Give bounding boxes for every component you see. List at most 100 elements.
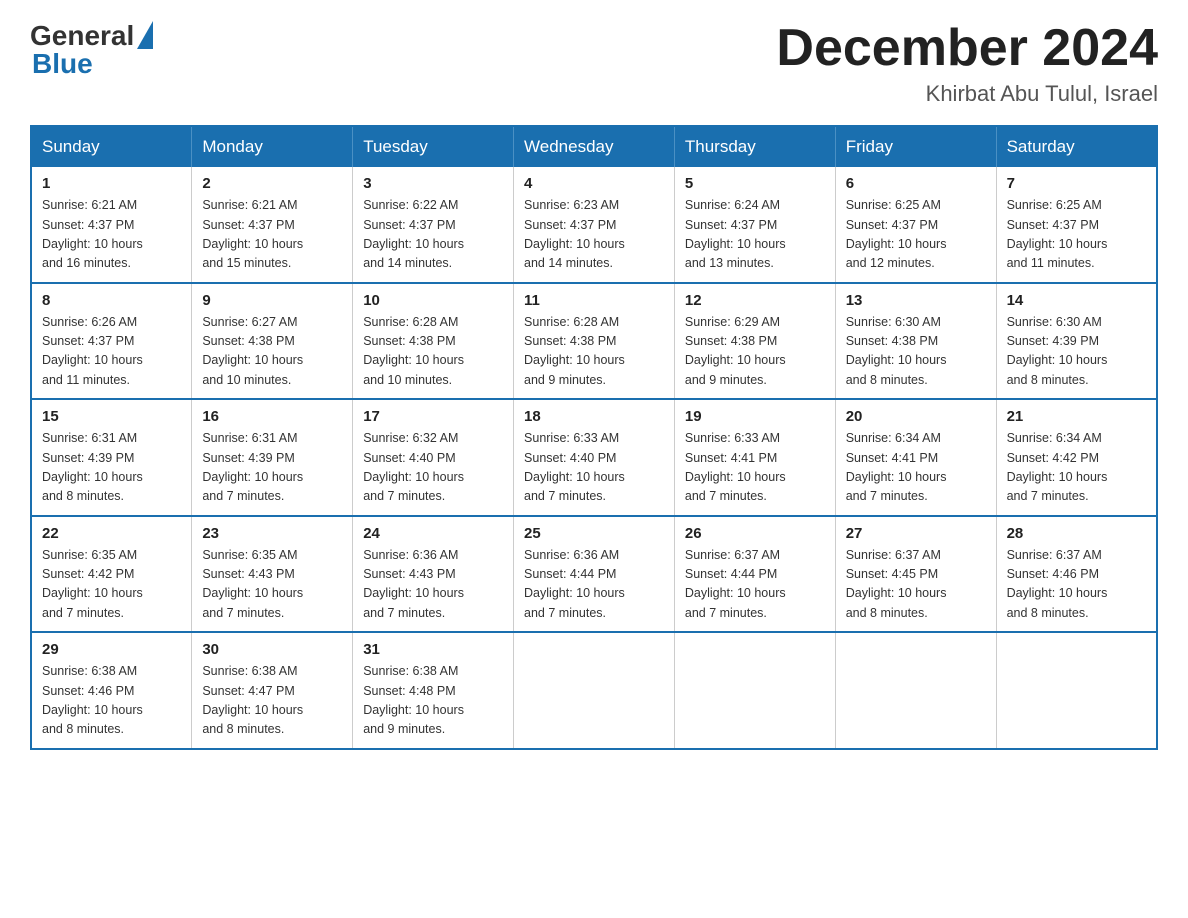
logo-triangle-icon [137,21,153,49]
day-number: 4 [524,175,664,192]
calendar-cell [674,632,835,749]
day-number: 19 [685,408,825,425]
day-info: Sunrise: 6:37 AM Sunset: 4:44 PM Dayligh… [685,546,825,624]
day-info: Sunrise: 6:36 AM Sunset: 4:43 PM Dayligh… [363,546,503,624]
calendar-cell: 25 Sunrise: 6:36 AM Sunset: 4:44 PM Dayl… [514,516,675,633]
day-number: 3 [363,175,503,192]
calendar-cell: 5 Sunrise: 6:24 AM Sunset: 4:37 PM Dayli… [674,167,835,283]
day-number: 7 [1007,175,1146,192]
calendar-header-wednesday: Wednesday [514,126,675,167]
calendar-header-thursday: Thursday [674,126,835,167]
calendar-cell: 13 Sunrise: 6:30 AM Sunset: 4:38 PM Dayl… [835,283,996,400]
calendar-header-monday: Monday [192,126,353,167]
day-info: Sunrise: 6:35 AM Sunset: 4:42 PM Dayligh… [42,546,181,624]
day-info: Sunrise: 6:38 AM Sunset: 4:48 PM Dayligh… [363,662,503,740]
calendar-cell: 31 Sunrise: 6:38 AM Sunset: 4:48 PM Dayl… [353,632,514,749]
title-block: December 2024 Khirbat Abu Tulul, Israel [776,20,1158,107]
calendar-week-row: 22 Sunrise: 6:35 AM Sunset: 4:42 PM Dayl… [31,516,1157,633]
calendar-cell: 8 Sunrise: 6:26 AM Sunset: 4:37 PM Dayli… [31,283,192,400]
calendar-cell: 26 Sunrise: 6:37 AM Sunset: 4:44 PM Dayl… [674,516,835,633]
day-number: 20 [846,408,986,425]
calendar-cell: 19 Sunrise: 6:33 AM Sunset: 4:41 PM Dayl… [674,399,835,516]
calendar-cell: 6 Sunrise: 6:25 AM Sunset: 4:37 PM Dayli… [835,167,996,283]
day-info: Sunrise: 6:35 AM Sunset: 4:43 PM Dayligh… [202,546,342,624]
calendar-cell: 11 Sunrise: 6:28 AM Sunset: 4:38 PM Dayl… [514,283,675,400]
page-header: General Blue December 2024 Khirbat Abu T… [30,20,1158,107]
day-number: 16 [202,408,342,425]
day-info: Sunrise: 6:30 AM Sunset: 4:38 PM Dayligh… [846,313,986,391]
day-number: 30 [202,641,342,658]
calendar-header-row: SundayMondayTuesdayWednesdayThursdayFrid… [31,126,1157,167]
calendar-header-saturday: Saturday [996,126,1157,167]
calendar-cell [514,632,675,749]
day-info: Sunrise: 6:33 AM Sunset: 4:40 PM Dayligh… [524,429,664,507]
day-info: Sunrise: 6:31 AM Sunset: 4:39 PM Dayligh… [202,429,342,507]
calendar-week-row: 8 Sunrise: 6:26 AM Sunset: 4:37 PM Dayli… [31,283,1157,400]
day-number: 8 [42,292,181,309]
calendar-cell [835,632,996,749]
day-number: 13 [846,292,986,309]
calendar-cell: 23 Sunrise: 6:35 AM Sunset: 4:43 PM Dayl… [192,516,353,633]
day-info: Sunrise: 6:27 AM Sunset: 4:38 PM Dayligh… [202,313,342,391]
day-info: Sunrise: 6:21 AM Sunset: 4:37 PM Dayligh… [202,196,342,274]
day-number: 15 [42,408,181,425]
day-info: Sunrise: 6:30 AM Sunset: 4:39 PM Dayligh… [1007,313,1146,391]
calendar-cell: 16 Sunrise: 6:31 AM Sunset: 4:39 PM Dayl… [192,399,353,516]
day-number: 11 [524,292,664,309]
calendar-week-row: 15 Sunrise: 6:31 AM Sunset: 4:39 PM Dayl… [31,399,1157,516]
calendar-cell: 10 Sunrise: 6:28 AM Sunset: 4:38 PM Dayl… [353,283,514,400]
calendar-header-tuesday: Tuesday [353,126,514,167]
day-info: Sunrise: 6:34 AM Sunset: 4:42 PM Dayligh… [1007,429,1146,507]
day-number: 26 [685,525,825,542]
month-title: December 2024 [776,20,1158,77]
day-number: 6 [846,175,986,192]
calendar-cell: 24 Sunrise: 6:36 AM Sunset: 4:43 PM Dayl… [353,516,514,633]
calendar-cell: 27 Sunrise: 6:37 AM Sunset: 4:45 PM Dayl… [835,516,996,633]
calendar-cell: 15 Sunrise: 6:31 AM Sunset: 4:39 PM Dayl… [31,399,192,516]
calendar-cell: 30 Sunrise: 6:38 AM Sunset: 4:47 PM Dayl… [192,632,353,749]
day-number: 10 [363,292,503,309]
day-info: Sunrise: 6:37 AM Sunset: 4:46 PM Dayligh… [1007,546,1146,624]
calendar-cell: 4 Sunrise: 6:23 AM Sunset: 4:37 PM Dayli… [514,167,675,283]
day-number: 25 [524,525,664,542]
calendar-cell: 1 Sunrise: 6:21 AM Sunset: 4:37 PM Dayli… [31,167,192,283]
day-number: 9 [202,292,342,309]
day-number: 29 [42,641,181,658]
calendar-cell: 18 Sunrise: 6:33 AM Sunset: 4:40 PM Dayl… [514,399,675,516]
calendar-cell: 29 Sunrise: 6:38 AM Sunset: 4:46 PM Dayl… [31,632,192,749]
day-info: Sunrise: 6:34 AM Sunset: 4:41 PM Dayligh… [846,429,986,507]
day-info: Sunrise: 6:23 AM Sunset: 4:37 PM Dayligh… [524,196,664,274]
calendar-cell: 17 Sunrise: 6:32 AM Sunset: 4:40 PM Dayl… [353,399,514,516]
location-subtitle: Khirbat Abu Tulul, Israel [776,81,1158,107]
day-number: 1 [42,175,181,192]
calendar-cell [996,632,1157,749]
day-number: 28 [1007,525,1146,542]
calendar-cell: 12 Sunrise: 6:29 AM Sunset: 4:38 PM Dayl… [674,283,835,400]
calendar-header-sunday: Sunday [31,126,192,167]
day-info: Sunrise: 6:29 AM Sunset: 4:38 PM Dayligh… [685,313,825,391]
day-number: 27 [846,525,986,542]
day-info: Sunrise: 6:22 AM Sunset: 4:37 PM Dayligh… [363,196,503,274]
day-number: 31 [363,641,503,658]
day-number: 2 [202,175,342,192]
day-number: 17 [363,408,503,425]
day-number: 12 [685,292,825,309]
day-number: 22 [42,525,181,542]
calendar-cell: 22 Sunrise: 6:35 AM Sunset: 4:42 PM Dayl… [31,516,192,633]
day-number: 18 [524,408,664,425]
calendar-cell: 2 Sunrise: 6:21 AM Sunset: 4:37 PM Dayli… [192,167,353,283]
logo: General Blue [30,20,153,80]
calendar-cell: 20 Sunrise: 6:34 AM Sunset: 4:41 PM Dayl… [835,399,996,516]
day-info: Sunrise: 6:28 AM Sunset: 4:38 PM Dayligh… [363,313,503,391]
calendar-cell: 21 Sunrise: 6:34 AM Sunset: 4:42 PM Dayl… [996,399,1157,516]
calendar-week-row: 1 Sunrise: 6:21 AM Sunset: 4:37 PM Dayli… [31,167,1157,283]
logo-blue-text: Blue [32,48,93,80]
calendar-week-row: 29 Sunrise: 6:38 AM Sunset: 4:46 PM Dayl… [31,632,1157,749]
day-info: Sunrise: 6:25 AM Sunset: 4:37 PM Dayligh… [846,196,986,274]
day-info: Sunrise: 6:36 AM Sunset: 4:44 PM Dayligh… [524,546,664,624]
calendar-cell: 3 Sunrise: 6:22 AM Sunset: 4:37 PM Dayli… [353,167,514,283]
calendar-table: SundayMondayTuesdayWednesdayThursdayFrid… [30,125,1158,750]
day-info: Sunrise: 6:37 AM Sunset: 4:45 PM Dayligh… [846,546,986,624]
day-info: Sunrise: 6:21 AM Sunset: 4:37 PM Dayligh… [42,196,181,274]
day-number: 23 [202,525,342,542]
